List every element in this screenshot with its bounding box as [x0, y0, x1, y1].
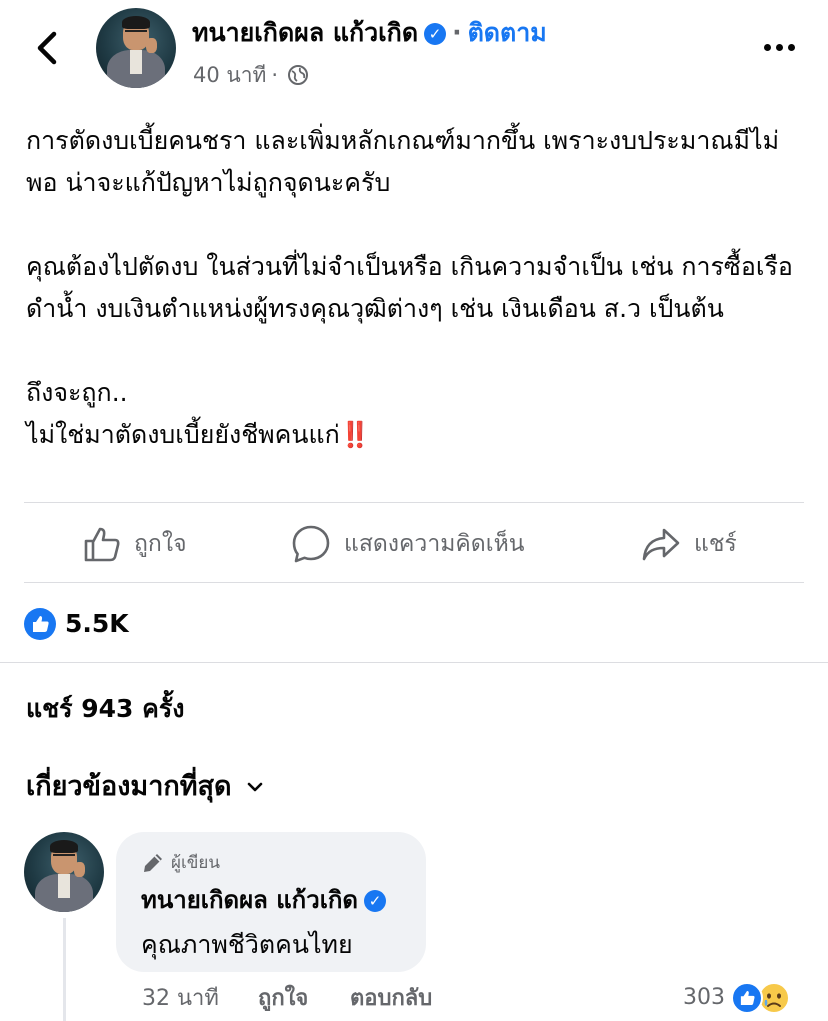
divider-bottom — [24, 582, 804, 583]
reaction-summary[interactable]: 5.5K — [24, 604, 129, 644]
divider-top — [24, 502, 804, 503]
chevron-down-icon — [247, 782, 262, 792]
comment-reply-button[interactable]: ตอบกลับ — [350, 983, 432, 1015]
verified-icon: ✓ — [364, 890, 387, 912]
author-name[interactable]: ทนายเกิดผล แก้วเกิด — [192, 18, 418, 47]
meta-separator: · — [271, 63, 279, 87]
more-icon — [762, 40, 798, 54]
more-options-button[interactable] — [762, 40, 798, 54]
author-avatar[interactable] — [96, 8, 176, 88]
post-line-4: ไม่ใช่มาตัดงบเบี้ยยังชีพคนแก่ — [26, 420, 340, 449]
share-count[interactable]: แชร์ 943 ครั้ง — [26, 690, 184, 728]
like-icon — [84, 527, 120, 562]
back-button[interactable] — [30, 28, 66, 68]
comment-like-button[interactable]: ถูกใจ — [258, 983, 308, 1015]
post-header-title: ทนายเกิดผล แก้วเกิด ✓ · ติดตาม — [192, 16, 547, 50]
comment-label: แสดงความคิดเห็น — [344, 531, 525, 557]
author-badge-label: ผู้เขียน — [171, 853, 220, 873]
comment-icon — [292, 525, 330, 563]
reaction-count: 5.5K — [65, 609, 129, 638]
like-reaction-icon — [24, 608, 56, 640]
section-divider — [0, 662, 828, 663]
comment-sort-dropdown[interactable]: เกี่ยวข้องมากที่สุด — [26, 767, 268, 807]
follow-button[interactable]: ติดตาม — [468, 18, 547, 47]
double-exclamation-emoji: ‼️ — [339, 420, 371, 449]
back-icon — [37, 31, 57, 65]
comment-time[interactable]: 32 นาที — [142, 983, 219, 1015]
globe-icon — [287, 64, 309, 94]
author-badge: ผู้เขียน — [141, 850, 220, 876]
comment-sort-label: เกี่ยวข้องมากที่สุด — [26, 771, 232, 802]
post-time[interactable]: 40 นาที — [193, 63, 266, 87]
commenter-avatar[interactable] — [24, 832, 104, 912]
comment-reaction-count: 303 — [683, 985, 725, 1010]
post-meta: 40 นาที · — [193, 60, 309, 94]
like-label: ถูกใจ — [134, 531, 187, 557]
separator-dot: · — [452, 18, 462, 47]
post-body: การตัดงบเบี้ยคนชรา และเพิ่มหลักเกณฑ์มากข… — [26, 120, 806, 456]
share-label: แชร์ — [694, 531, 737, 557]
comment-text: คุณภาพชีวิตคนไทย — [141, 930, 353, 959]
comment-button[interactable]: แสดงความคิดเห็น — [290, 520, 524, 568]
comment-author-name[interactable]: ทนายเกิดผล แก้วเกิด — [141, 886, 358, 914]
share-icon — [642, 528, 680, 561]
post-line-3: ถึงจะถูก.. — [26, 378, 128, 407]
post-paragraph-1: การตัดงบเบี้ยคนชรา และเพิ่มหลักเกณฑ์มากข… — [26, 126, 780, 197]
verified-icon: ✓ — [424, 23, 447, 45]
comment-author: ทนายเกิดผล แก้วเกิด ✓ — [141, 882, 387, 918]
thread-line — [63, 918, 66, 1021]
comment-reactions[interactable]: 303 — [683, 981, 791, 1015]
share-button[interactable]: แชร์ — [640, 520, 737, 568]
post-line-4-wrap: ไม่ใช่มาตัดงบเบี้ยยังชีพคนแก่‼️ — [26, 414, 806, 456]
like-button[interactable]: ถูกใจ — [82, 520, 187, 568]
like-reaction-icon — [731, 982, 763, 1014]
post-paragraph-2: คุณต้องไปตัดงบ ในส่วนที่ไม่จำเป็นหรือ เก… — [26, 252, 793, 323]
pen-icon — [144, 854, 162, 872]
